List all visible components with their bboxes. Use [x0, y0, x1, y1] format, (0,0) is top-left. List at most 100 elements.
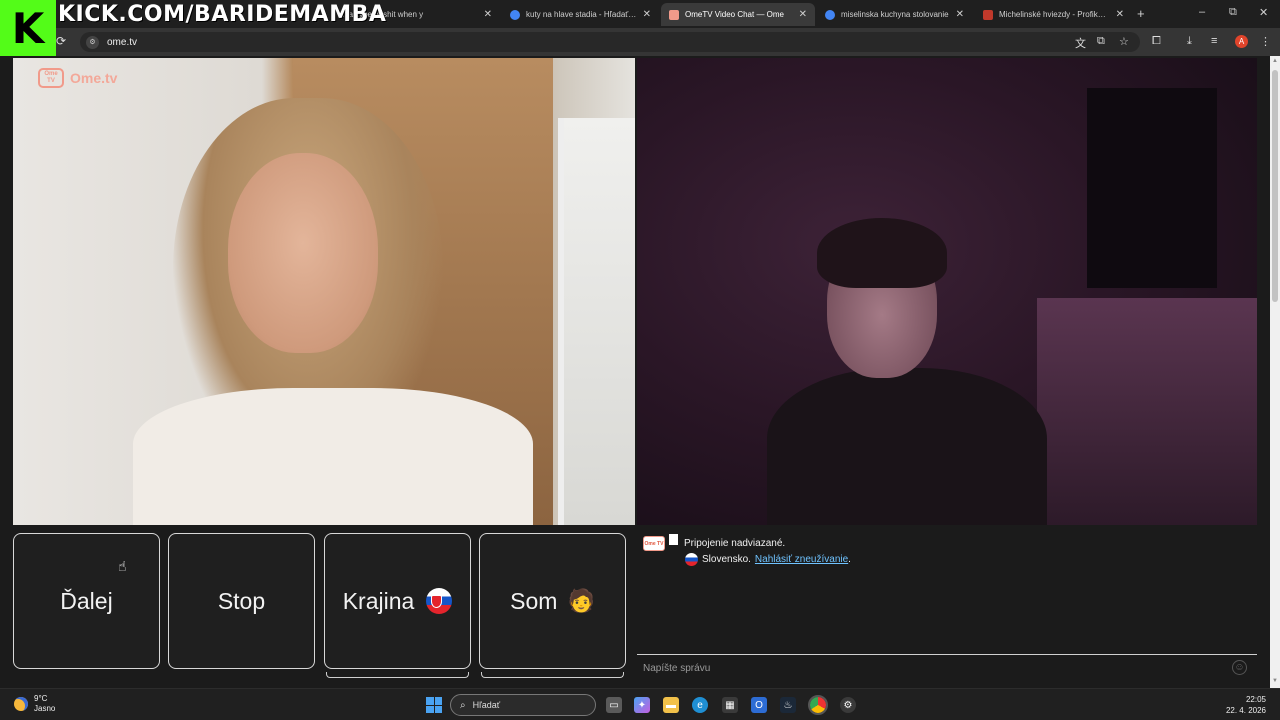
weather-temp: 9°C — [34, 694, 48, 703]
kick-stream-url: KICK.COM/BARIDEMAMBA — [58, 2, 387, 27]
store-icon[interactable]: ▦ — [722, 697, 738, 713]
address-text: ome.tv — [107, 36, 138, 48]
download-icon[interactable]: ⤓ — [1187, 35, 1192, 48]
stop-button[interactable]: Stop — [168, 533, 315, 669]
logo-word: Ome.tv — [70, 70, 118, 86]
site-info-icon[interactable]: ⚙ — [86, 35, 99, 49]
next-label: Ďalej — [60, 587, 113, 614]
steam-icon[interactable]: ♨ — [780, 697, 796, 713]
weather-desc: Jasno — [34, 704, 56, 713]
scroll-down-icon[interactable]: ▼ — [1272, 678, 1278, 684]
chat-message-input[interactable] — [637, 658, 1227, 678]
google-icon — [825, 9, 835, 20]
tab-3-label: OmeTV Video Chat — Ome — [685, 10, 784, 19]
stop-label: Stop — [217, 587, 266, 614]
close-icon[interactable]: ✕ — [799, 9, 807, 20]
share-icon[interactable]: ⧉ — [1097, 35, 1105, 48]
report-abuse-link[interactable]: Nahlásiť zneužívanie — [755, 554, 848, 565]
outlook-icon[interactable]: O — [751, 697, 767, 713]
ometv-icon — [669, 9, 679, 20]
country-dropdown-edge — [326, 672, 469, 678]
kick-letter: K — [11, 3, 45, 53]
copilot-icon[interactable]: ✦ — [634, 697, 650, 713]
tab-5-label: Michelinské hviezdy - Profikuch — [999, 10, 1110, 19]
ometv-page: Ome TV Ome.tv Ďalej Stop Krajina Som 🧑 O… — [0, 56, 1270, 688]
tab-5[interactable]: Michelinské hviezdy - Profikuch ✕ — [975, 3, 1132, 26]
edge-icon[interactable]: e — [692, 697, 708, 713]
ometv-small-logo: Ome TV — [643, 536, 665, 551]
restore-button[interactable]: ⧉ — [1229, 6, 1237, 19]
clock-date: 22. 4. 2026 — [1225, 706, 1266, 715]
taskbar-search[interactable]: ⌕ Hľadať — [450, 694, 596, 716]
new-tab-button[interactable]: + — [1137, 6, 1145, 21]
close-icon[interactable]: ✕ — [1116, 9, 1124, 20]
gender-button[interactable]: Som 🧑 — [479, 533, 626, 669]
chat-divider — [637, 654, 1257, 655]
scrollbar-thumb[interactable] — [1272, 70, 1278, 302]
face — [228, 153, 378, 353]
country-message: Slovensko. Nahlásiť zneužívanie . — [685, 553, 851, 566]
window-background — [1087, 88, 1217, 288]
tab-2[interactable]: kuty na hlave stadia - Hľadať G ✕ — [502, 3, 659, 26]
gender-dropdown-edge — [481, 672, 624, 678]
close-icon[interactable]: ✕ — [484, 9, 492, 20]
search-icon: ⌕ — [460, 699, 466, 711]
translate-icon[interactable]: 文 — [1075, 35, 1086, 51]
reload-icon[interactable]: ⟳ — [56, 34, 66, 48]
weather-widget[interactable]: 9°C Jasno — [14, 694, 55, 714]
michelin-icon — [983, 9, 993, 20]
wall-background — [1037, 298, 1257, 525]
tab-ometv[interactable]: OmeTV Video Chat — Ome ✕ — [661, 3, 815, 26]
stranger-person — [133, 98, 533, 525]
report-suffix: . — [848, 554, 851, 565]
tab-2-label: kuty na hlave stadia - Hľadať G — [526, 10, 637, 19]
phone-icon — [669, 534, 678, 545]
kick-logo: K — [0, 0, 56, 56]
stranger-video: Ome TV Ome.tv — [13, 58, 635, 525]
shirt — [133, 388, 533, 525]
google-icon — [510, 9, 520, 20]
menu-icon[interactable]: ⋮ — [1260, 35, 1271, 48]
ometv-logo: Ome TV Ome.tv — [38, 68, 117, 88]
hair — [817, 218, 947, 288]
tab-4-label: miselinska kuchyna stolovanie — [841, 10, 949, 19]
body — [767, 368, 1047, 525]
country-label: Krajina — [342, 587, 415, 614]
mouse-cursor-icon: ☝ — [118, 558, 127, 574]
connected-message: Pripojenie nadviazané. — [684, 538, 786, 549]
browser-toolbar: ⟳ ⚙ ome.tv 文 ⧉ ☆ ⧠ ⤓ ≡ A ⋮ — [0, 28, 1280, 56]
slovakia-flag-icon — [685, 553, 698, 566]
reading-list-icon[interactable]: ≡ — [1211, 35, 1217, 47]
self-person — [767, 218, 1047, 525]
address-bar[interactable]: ⚙ ome.tv — [80, 32, 1140, 52]
extensions-icon[interactable]: ⧠ — [1152, 35, 1161, 48]
gender-label: Som — [510, 587, 558, 614]
windows-taskbar: 9°C Jasno ⌕ Hľadať ▭ ✦ ▬ e ▦ O ♨ ⚙ 22:05… — [0, 688, 1280, 720]
next-button[interactable]: Ďalej — [13, 533, 160, 669]
scroll-up-icon[interactable]: ▲ — [1272, 58, 1278, 64]
self-video — [637, 58, 1257, 525]
system-clock[interactable]: 22:05 22. 4. 2026 — [1226, 694, 1266, 716]
page-scrollbar[interactable]: ▲ ▼ — [1270, 56, 1280, 688]
minimize-button[interactable]: – — [1199, 6, 1205, 18]
settings-gear-icon[interactable]: ⚙ — [840, 697, 856, 713]
slovakia-flag-icon — [426, 588, 453, 614]
close-icon[interactable]: ✕ — [956, 9, 964, 20]
close-icon[interactable]: ✕ — [643, 9, 651, 20]
task-view-icon[interactable]: ▭ — [606, 697, 622, 713]
chrome-icon[interactable] — [808, 695, 828, 715]
bookmark-star-icon[interactable]: ☆ — [1119, 35, 1129, 48]
close-window-button[interactable]: ✕ — [1259, 6, 1268, 19]
country-button[interactable]: Krajina — [324, 533, 471, 669]
profile-avatar[interactable]: A — [1235, 35, 1248, 48]
tab-4[interactable]: miselinska kuchyna stolovanie ✕ — [817, 3, 972, 26]
emoji-picker-icon[interactable]: ☺ — [1232, 660, 1247, 675]
weather-moon-icon — [14, 697, 28, 711]
tv-icon: Ome TV — [38, 68, 64, 88]
clock-time: 22:05 — [1245, 695, 1266, 704]
start-button[interactable] — [426, 697, 442, 713]
mirror-background — [558, 118, 635, 525]
person-emoji-icon: 🧑 — [567, 588, 595, 613]
file-explorer-icon[interactable]: ▬ — [663, 697, 679, 713]
country-text: Slovensko. — [702, 554, 751, 565]
